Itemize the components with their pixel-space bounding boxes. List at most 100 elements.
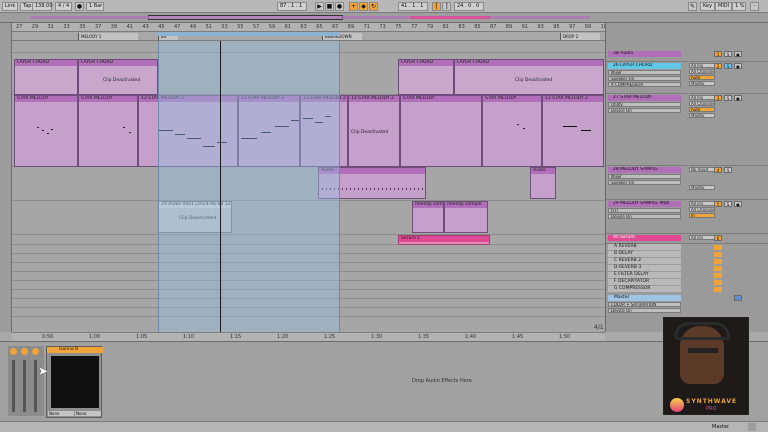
- stop-icon[interactable]: ■: [325, 2, 334, 11]
- detail-toggle-icon[interactable]: [748, 423, 756, 431]
- clip-star-melody[interactable]: STAR MELODY: [400, 95, 482, 167]
- return-track-c[interactable]: C REVERB 2: [608, 258, 681, 264]
- tempo-field[interactable]: 138.00: [32, 2, 53, 11]
- return-track-b[interactable]: B DELAY: [608, 251, 681, 257]
- clip-layer-chord[interactable]: LAYER CHORD: [14, 59, 78, 95]
- time-signature[interactable]: 4 / 4: [55, 2, 72, 11]
- input-type[interactable]: All Ins: [689, 235, 715, 240]
- return-track-d[interactable]: D REVERB 3: [608, 265, 681, 271]
- monitor-auto[interactable]: Auto: [689, 107, 715, 112]
- mixer-track[interactable]: All Serum All Ins 6: [606, 234, 768, 244]
- mixer-track[interactable]: 27 STAR MELODY Utility Device On All Ins…: [606, 94, 768, 166]
- link-button[interactable]: Link: [2, 2, 19, 11]
- clip-star-melody-2[interactable]: 13 STAR MELODY 2 Clip Deactivated: [348, 95, 400, 167]
- key-map-button[interactable]: Key: [700, 2, 716, 11]
- track-name[interactable]: 3B Audio: [608, 51, 681, 57]
- beat-time-ruler[interactable]: 27 29 31 33 35 37 39 41 43 45 47 49 51 53 55 57 59 61 63 65…: [12, 23, 610, 32]
- solo-button[interactable]: S: [724, 167, 732, 173]
- activator-button[interactable]: 5: [714, 201, 722, 207]
- track-name[interactable]: 29 MELODY SAMPLE MIDI: [608, 201, 681, 207]
- clip-star-melody-2[interactable]: 13 STAR MELODY 2: [542, 95, 604, 167]
- device-chooser[interactable]: Utility: [608, 102, 681, 107]
- locator-drop-2[interactable]: DROP 2: [560, 33, 600, 40]
- device-chooser[interactable]: X COMPRESSOR: [608, 82, 681, 87]
- record-icon[interactable]: ●: [335, 2, 344, 11]
- arm-button[interactable]: ●: [734, 201, 742, 207]
- time-ruler-bottom[interactable]: 0:56 1:00 1:05 1:10 1:15 1:20 1:25 1:30 1:35 1:40…: [12, 332, 605, 341]
- monitor-auto[interactable]: Auto: [689, 75, 715, 80]
- mixer-track[interactable]: 28 MELODY SAMPLE Mixer Speaker On No Inp…: [606, 166, 768, 200]
- device-rack[interactable]: Gonna B None None: [46, 346, 103, 418]
- master-device-chooser[interactable]: COLOR + SATURATION: [608, 302, 681, 307]
- punch-out-icon[interactable]: ]: [442, 2, 451, 11]
- clip-layer-chord[interactable]: LAYER CHORD Clip Deactivated: [454, 59, 604, 95]
- return-track-f[interactable]: F DECAPITATOR: [608, 279, 681, 285]
- track-name[interactable]: 28 MELODY SAMPLE: [608, 167, 681, 173]
- output-chooser[interactable]: None: [75, 411, 101, 416]
- solo-button[interactable]: S: [724, 201, 732, 207]
- input-channel[interactable]: All Channels: [689, 69, 715, 74]
- output-type[interactable]: Master: [689, 185, 715, 190]
- arm-button[interactable]: ●: [734, 63, 742, 69]
- activator-button[interactable]: 3: [714, 95, 722, 101]
- clip-star-melody[interactable]: STAR MELODY: [482, 95, 542, 167]
- mixer-track[interactable]: 29 MELODY SAMPLE MIDI OTT Device On All …: [606, 200, 768, 234]
- activator-button[interactable]: 2: [714, 63, 722, 69]
- automation-arm-icon[interactable]: ◆: [359, 2, 368, 11]
- activator-button[interactable]: 6: [714, 235, 722, 241]
- metronome-icon[interactable]: ●: [75, 2, 84, 11]
- input-chooser[interactable]: None: [48, 411, 74, 416]
- device-param-chooser[interactable]: Device On: [608, 108, 681, 113]
- clip-serum[interactable]: Serum 1: [398, 235, 490, 245]
- device-chooser[interactable]: Mixer: [608, 174, 681, 179]
- clip-layer-chord[interactable]: LAYER CHORD: [398, 59, 454, 95]
- play-icon[interactable]: ▶: [315, 2, 324, 11]
- clip-star-melody[interactable]: STAR MELODY: [78, 95, 138, 167]
- solo-button[interactable]: S: [724, 95, 732, 101]
- arm-button[interactable]: ●: [734, 51, 742, 57]
- activator-button[interactable]: 4: [714, 167, 722, 173]
- fader-track[interactable]: [12, 360, 15, 412]
- master-device-param[interactable]: Device On: [608, 308, 681, 313]
- loop-brace[interactable]: [158, 32, 340, 36]
- return-track-a[interactable]: A REVERB: [608, 244, 681, 250]
- input-channel[interactable]: All Channels: [689, 207, 715, 212]
- clip-audio[interactable]: Audio: [530, 167, 556, 199]
- clip-star-melody[interactable]: STAR MELODY: [14, 95, 78, 167]
- punch-in-icon[interactable]: [: [432, 2, 441, 11]
- clip-melody-sample[interactable]: melody sample: [412, 201, 444, 233]
- return-activators[interactable]: [714, 245, 722, 292]
- arm-button[interactable]: ●: [734, 95, 742, 101]
- input-channel[interactable]: All Channels: [689, 101, 715, 106]
- input-type[interactable]: All Ins: [689, 201, 715, 206]
- fader-track[interactable]: [34, 360, 37, 412]
- mixer-track[interactable]: 3B Audio 1 S ●: [606, 50, 768, 62]
- loop-icon[interactable]: ↻: [369, 2, 378, 11]
- track-name[interactable]: 27 STAR MELODY: [608, 95, 681, 101]
- master-track[interactable]: Master: [608, 295, 681, 301]
- arrangement-position[interactable]: 87 . 1 . 1: [277, 2, 307, 11]
- fader-track[interactable]: [23, 360, 26, 412]
- send-knob-icon[interactable]: [32, 348, 39, 355]
- output-type[interactable]: Master: [689, 113, 715, 118]
- locator-melody-1[interactable]: MELODY 1: [78, 33, 138, 40]
- track-name[interactable]: All Serum: [608, 235, 681, 241]
- mixer-track[interactable]: 26 LAYER CHORD Mixer Speaker On X COMPRE…: [606, 62, 768, 94]
- return-track-e[interactable]: E FILTER DELAY: [608, 272, 681, 278]
- midi-map-button[interactable]: MIDI: [715, 2, 733, 11]
- solo-button[interactable]: S: [724, 51, 732, 57]
- master-solo-button[interactable]: [734, 295, 742, 301]
- track-name[interactable]: 26 LAYER CHORD: [608, 63, 681, 69]
- monitor-in[interactable]: In: [689, 213, 715, 218]
- activator-button[interactable]: 1: [714, 51, 722, 57]
- draw-mode-icon[interactable]: ✎: [688, 2, 697, 11]
- arrangement-overview[interactable]: [0, 13, 768, 23]
- device-param-chooser[interactable]: Speaker On: [608, 76, 681, 81]
- return-track-g[interactable]: G COMPRESSOR: [608, 286, 681, 292]
- output-type[interactable]: Master: [689, 81, 715, 86]
- device-title[interactable]: Gonna B: [47, 347, 103, 353]
- loop-start-field[interactable]: 41 . 1 . 1: [398, 2, 428, 11]
- device-chooser[interactable]: OTT: [608, 208, 681, 213]
- solo-button[interactable]: S: [724, 63, 732, 69]
- clip-layer-chord[interactable]: LAYER CHORD Clip Deactivated: [78, 59, 158, 95]
